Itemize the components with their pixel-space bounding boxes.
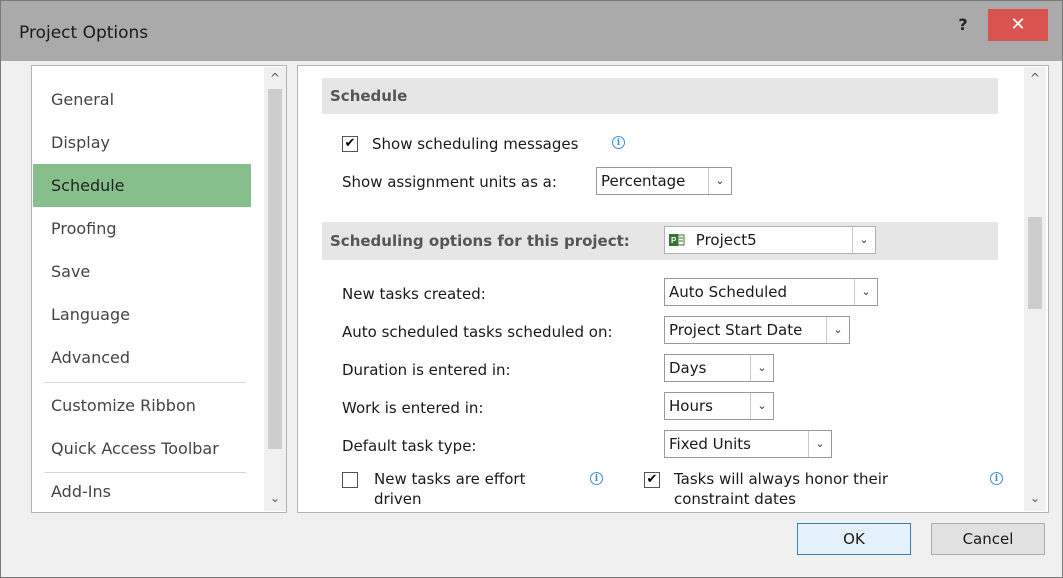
honor-constraints-label-line1: Tasks will always honor their [674, 470, 889, 488]
nav-item-language[interactable]: Language [33, 293, 251, 336]
default-task-type-value: Fixed Units [669, 435, 751, 453]
dialog-body: General Display Schedule Proofing Save L… [9, 61, 1052, 569]
nav-scroll-thumb[interactable] [268, 89, 282, 449]
chevron-down-icon[interactable]: ⌄ [750, 355, 773, 381]
project-options-section-header: Scheduling options for this project: [322, 222, 998, 260]
scroll-up-icon[interactable]: ^ [1024, 67, 1046, 89]
auto-scheduled-on-value: Project Start Date [669, 321, 803, 339]
new-tasks-created-label: New tasks created: [342, 285, 486, 303]
chevron-down-icon[interactable]: ⌄ [750, 393, 773, 419]
project-options-header-label: Scheduling options for this project: [330, 232, 630, 250]
nav-item-proofing[interactable]: Proofing [33, 207, 251, 250]
honor-constraints-label-line2: constraint dates [674, 490, 796, 508]
new-tasks-created-dropdown[interactable]: Auto Scheduled ⌄ [664, 278, 878, 306]
nav-item-general[interactable]: General [33, 78, 251, 121]
options-content-pane: Schedule ✔ Show scheduling messages i Sh… [297, 65, 1049, 513]
project-file-icon: P [669, 230, 685, 246]
nav-item-save[interactable]: Save [33, 250, 251, 293]
new-tasks-created-value: Auto Scheduled [669, 283, 788, 301]
default-task-type-dropdown[interactable]: Fixed Units ⌄ [664, 430, 832, 458]
assignment-units-label: Show assignment units as a: [342, 173, 557, 191]
effort-driven-label-line2: driven [374, 490, 422, 508]
nav-item-add-ins[interactable]: Add-Ins [33, 474, 251, 510]
duration-entered-label: Duration is entered in: [342, 361, 511, 379]
info-icon: i [612, 136, 625, 149]
nav-item-display[interactable]: Display [33, 121, 251, 164]
work-entered-value: Hours [669, 397, 713, 415]
work-entered-label: Work is entered in: [342, 399, 484, 417]
ok-button[interactable]: OK [797, 523, 911, 555]
schedule-section-header: Schedule [322, 78, 998, 114]
cancel-button[interactable]: Cancel [931, 523, 1045, 555]
default-task-type-label: Default task type: [342, 437, 477, 455]
chevron-down-icon[interactable]: ⌄ [708, 168, 731, 194]
project-name: Project5 [695, 231, 757, 249]
close-button[interactable]: ✕ [988, 9, 1048, 41]
nav-divider [44, 472, 246, 473]
help-button[interactable]: ? [951, 13, 975, 37]
auto-scheduled-on-label: Auto scheduled tasks scheduled on: [342, 323, 613, 341]
duration-entered-dropdown[interactable]: Days ⌄ [664, 354, 774, 382]
nav-item-customize-ribbon[interactable]: Customize Ribbon [33, 384, 251, 427]
nav-item-quick-access-toolbar[interactable]: Quick Access Toolbar [33, 427, 251, 470]
honor-constraints-checkbox[interactable]: ✔ [644, 472, 660, 488]
nav-item-advanced[interactable]: Advanced [33, 336, 251, 379]
info-icon: i [590, 472, 603, 485]
project-selector-dropdown[interactable]: P Project5 ⌄ [664, 226, 876, 254]
nav-scrollbar[interactable]: ^ ⌄ [264, 67, 286, 511]
effort-driven-checkbox[interactable] [342, 472, 358, 488]
chevron-down-icon[interactable]: ⌄ [826, 317, 849, 343]
show-scheduling-messages-checkbox[interactable]: ✔ [342, 136, 358, 152]
dialog-title: Project Options [19, 23, 149, 43]
info-icon: i [990, 472, 1003, 485]
content-scrollbar[interactable]: ^ ⌄ [1024, 67, 1046, 511]
assignment-units-dropdown[interactable]: Percentage ⌄ [596, 167, 732, 195]
svg-text:P: P [671, 236, 677, 245]
scroll-down-icon[interactable]: ⌄ [1024, 487, 1046, 509]
chevron-down-icon[interactable]: ⌄ [808, 431, 831, 457]
options-nav-pane: General Display Schedule Proofing Save L… [31, 65, 287, 513]
work-entered-dropdown[interactable]: Hours ⌄ [664, 392, 774, 420]
title-bar[interactable]: Project Options ? ✕ [1, 1, 1062, 61]
assignment-units-value: Percentage [601, 172, 686, 190]
chevron-down-icon[interactable]: ⌄ [854, 279, 877, 305]
chevron-down-icon[interactable]: ⌄ [852, 227, 875, 253]
duration-entered-value: Days [669, 359, 707, 377]
effort-driven-label-line1: New tasks are effort [374, 470, 526, 488]
project-options-dialog: Project Options ? ✕ General Display Sche… [0, 0, 1063, 578]
content-scroll-thumb[interactable] [1028, 217, 1042, 309]
scroll-down-icon[interactable]: ⌄ [264, 487, 286, 509]
show-scheduling-messages-label: Show scheduling messages [372, 135, 579, 153]
nav-divider [44, 382, 246, 383]
auto-scheduled-on-dropdown[interactable]: Project Start Date ⌄ [664, 316, 850, 344]
nav-item-schedule[interactable]: Schedule [33, 164, 251, 207]
scroll-up-icon[interactable]: ^ [264, 67, 286, 89]
